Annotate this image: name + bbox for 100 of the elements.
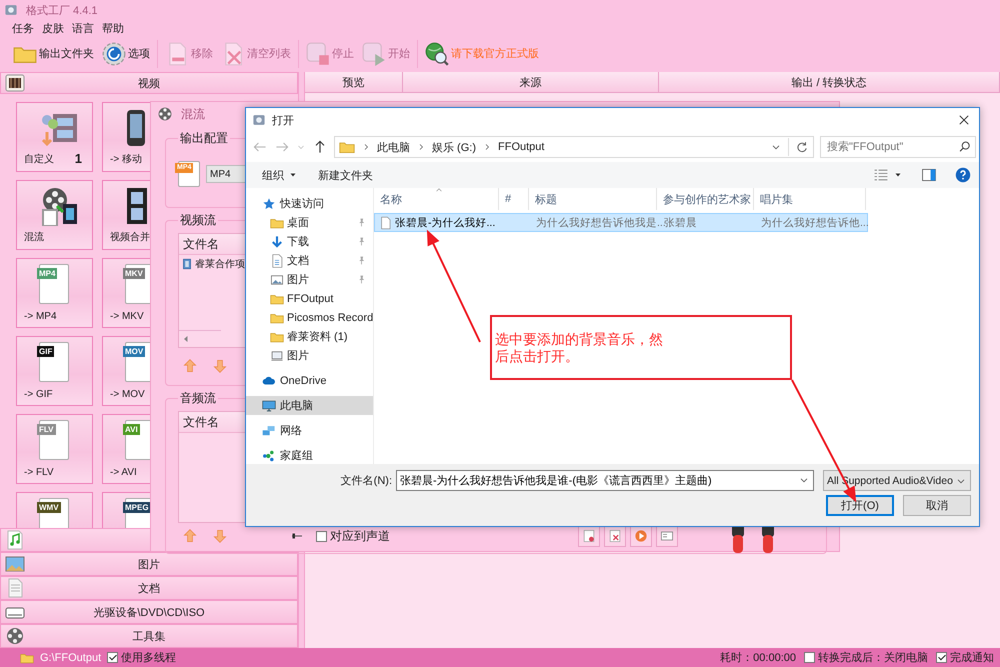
menu-item[interactable]: 皮肤 xyxy=(42,21,64,36)
checkbox-label: 转换完成后：关闭电脑 xyxy=(818,650,928,665)
film-icon xyxy=(5,73,25,93)
file-cell: 为什么我好想告诉他我是... xyxy=(536,216,666,230)
icon-button[interactable] xyxy=(578,525,600,547)
icon-button[interactable] xyxy=(656,525,678,547)
column-header[interactable]: # xyxy=(505,193,512,205)
annotation-callout: 选中要添加的背景音乐，然后点击打开。 xyxy=(490,315,792,380)
format-label: MKV xyxy=(123,268,145,279)
help-icon xyxy=(955,167,971,183)
stop-icon xyxy=(306,42,330,66)
checkbox[interactable] xyxy=(936,652,947,663)
file-row[interactable]: 张碧晨-为什么我好... 为什么我好想告诉他我是...张碧晨 为什么我好想告诉他... xyxy=(374,213,868,232)
breadcrumb-item[interactable]: FFOutput xyxy=(498,141,544,153)
nav-item[interactable]: 图片 xyxy=(246,270,373,289)
file-icon xyxy=(379,216,392,230)
nav-item[interactable]: 快速访问 xyxy=(246,194,373,213)
file-cell: 张碧晨 xyxy=(664,216,697,230)
address-bar[interactable]: 此电脑 娱乐 (G:) FFOutput xyxy=(334,136,814,158)
arrow-up-icon xyxy=(182,358,198,374)
nav-item[interactable]: Picosmos Record xyxy=(246,308,373,327)
category-header[interactable]: 文档 xyxy=(0,576,298,600)
count-label: 1 xyxy=(74,151,82,166)
elapsed-time: 耗时：00:00:00 xyxy=(720,651,796,665)
category-header[interactable]: 图片 xyxy=(0,552,298,576)
icon-button[interactable] xyxy=(630,525,652,547)
format-label: MPEG xyxy=(123,502,151,513)
nav-item[interactable]: 桌面 xyxy=(246,213,373,232)
video-format-tile[interactable]: GIF -> GIF xyxy=(16,336,93,406)
nav-item[interactable]: 网络 xyxy=(246,421,373,440)
film-strip-icon xyxy=(125,186,149,226)
icon-button[interactable] xyxy=(604,525,626,547)
checkbox[interactable] xyxy=(107,652,118,663)
dialog-title: 混流 xyxy=(181,106,205,122)
video-format-tile[interactable]: 自定义 1 xyxy=(16,102,93,172)
toolbar-button[interactable]: 新建文件夹 xyxy=(310,166,381,184)
breadcrumb-item[interactable]: 娱乐 (G:) xyxy=(432,140,476,154)
toolbar-button[interactable]: 选项 xyxy=(99,40,153,68)
video-format-tile[interactable]: 混流 xyxy=(16,180,93,250)
nav-item[interactable]: 文档 xyxy=(246,251,373,270)
homegroup-icon xyxy=(262,448,276,462)
record-icon xyxy=(581,528,597,544)
column-header[interactable]: 文件名 xyxy=(183,414,219,430)
toolbar-button[interactable]: 输出文件夹 xyxy=(10,40,97,68)
arrow-down-icon xyxy=(212,528,228,544)
category-header[interactable]: 光驱设备\DVD\CD\ISO xyxy=(0,600,298,624)
download-arrow-icon xyxy=(270,234,284,248)
video-format-tile[interactable]: FLV -> FLV xyxy=(16,414,93,484)
nav-item[interactable]: 睿莱资料 (1) xyxy=(246,327,373,346)
group-title: 输出配置 xyxy=(179,130,229,147)
phone-icon xyxy=(125,108,147,148)
landscape-picture-icon xyxy=(5,554,25,574)
monitor-icon xyxy=(262,398,276,412)
column-header[interactable]: 唱片集 xyxy=(760,192,793,206)
video-file-icon xyxy=(181,257,193,271)
nav-item[interactable]: FFOutput xyxy=(246,289,373,308)
column-header[interactable]: 名称 xyxy=(380,192,402,206)
list-item[interactable]: 睿莱合作项 xyxy=(195,257,245,271)
column-header[interactable]: 标题 xyxy=(535,192,557,206)
arrow-up-icon xyxy=(182,528,198,544)
film-reel-icon xyxy=(157,106,173,122)
category-header[interactable]: 视频 xyxy=(0,72,298,94)
menu-item[interactable]: 任务 xyxy=(12,21,34,36)
column-header[interactable]: 来源 xyxy=(403,72,659,92)
search-icon xyxy=(958,140,972,154)
column-header[interactable]: 文件名 xyxy=(183,236,219,252)
format-label: MP4 xyxy=(37,268,58,279)
globe-search-icon xyxy=(425,42,449,66)
monitor-icon xyxy=(270,348,284,362)
checkbox-label: 使用多线程 xyxy=(121,651,176,665)
nav-item[interactable]: 家庭组 xyxy=(246,446,373,465)
menu-item[interactable]: 帮助 xyxy=(102,21,124,36)
column-header[interactable]: 参与创作的艺术家 xyxy=(663,192,751,206)
column-header[interactable]: 预览 xyxy=(305,72,403,92)
group-title: 音频流 xyxy=(179,390,217,407)
checkbox[interactable] xyxy=(316,530,327,542)
video-format-tile[interactable]: MP4 -> MP4 xyxy=(16,258,93,328)
checkbox-label: 对应到声道 xyxy=(330,528,390,544)
group-title: 视频流 xyxy=(179,212,217,229)
film-reel-icon xyxy=(39,186,79,226)
dialog-button[interactable]: 取消 xyxy=(903,495,971,516)
app-icon xyxy=(252,113,266,127)
breadcrumb-item[interactable]: 此电脑 xyxy=(377,140,410,154)
checkbox[interactable] xyxy=(804,652,815,663)
nav-item[interactable]: 此电脑 xyxy=(246,396,373,415)
nav-item[interactable]: 下载 xyxy=(246,232,373,251)
category-header[interactable]: 工具集 xyxy=(0,624,298,648)
dialog-button[interactable]: 打开(O) xyxy=(826,495,894,516)
toolbar-button[interactable]: 组织 xyxy=(254,166,306,184)
document-icon xyxy=(270,254,284,268)
nav-item[interactable]: 图片 xyxy=(246,346,373,365)
file-name-field[interactable]: 张碧晨-为什么我好想告诉他我是谁-(电影《谎言西西里》主题曲) xyxy=(396,470,814,491)
column-header[interactable]: 输出 / 转换状态 xyxy=(659,72,1000,92)
format-label: GIF xyxy=(37,346,54,357)
menu-item[interactable]: 语言 xyxy=(72,21,94,36)
nav-item[interactable]: OneDrive xyxy=(246,371,373,390)
video-format-tile[interactable]: WMV xyxy=(16,492,93,528)
preview-pane-icon xyxy=(921,167,937,183)
delete-icon xyxy=(607,528,623,544)
search-field[interactable]: 搜索"FFOutput" xyxy=(820,136,976,158)
